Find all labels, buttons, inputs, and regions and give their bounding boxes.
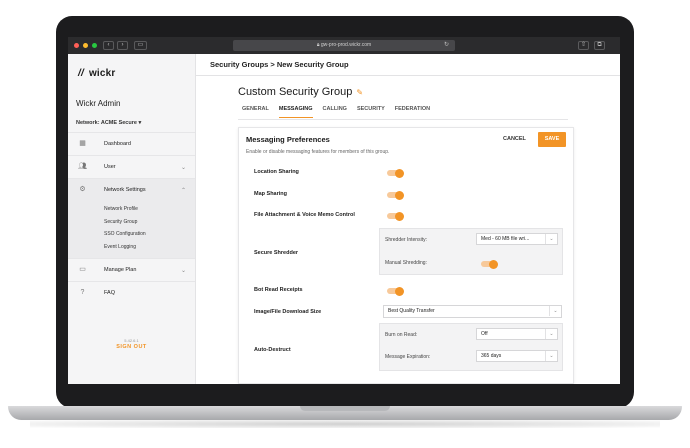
help-icon: ? [80,289,85,296]
file-attachment-toggle[interactable] [387,211,404,221]
shredder-intensity-label: Shredder Intensity: [385,237,427,243]
download-size-select[interactable]: Best Quality Transfer ⌄ [383,305,562,318]
top-bar: Security Groups > New Security Group [196,54,620,76]
sidebar-item-label: Manage Plan [104,267,137,273]
tab-calling[interactable]: CALLING [323,106,347,118]
back-button[interactable]: ‹ [103,41,114,50]
main-content: Custom Security Group ✎ GENERAL MESSAGING… [196,76,620,384]
burn-on-read-value: Off [481,331,488,337]
bot-read-receipts-label: Bot Read Receipts [254,287,303,293]
page-title: Custom Security Group ✎ [238,86,363,98]
sidebar-item-label: FAQ [104,290,116,296]
manual-shredding-label: Manual Shredding: [385,260,427,266]
secure-shredder-box: Shredder Intensity: Med - 60 MB file wri… [379,228,563,275]
location-sharing-toggle[interactable] [387,168,404,178]
page-title-text: Custom Security Group [238,86,353,98]
panel-title: Messaging Preferences [246,135,330,144]
forward-button[interactable]: › [117,41,128,50]
chevron-down-icon: ⌄ [549,306,561,316]
map-sharing-toggle[interactable] [387,190,404,200]
laptop-notch [300,406,390,411]
message-expiration-select[interactable]: 365 days ⌄ [476,350,558,362]
shredder-intensity-value: Med - 60 MB file wri... [481,236,530,242]
version-text: 5.42.6.1 [124,338,139,343]
lock-icon: 🔒︎ [316,42,320,48]
subnav-item-event-logging[interactable]: Event Logging [68,241,195,254]
shredder-intensity-select[interactable]: Med - 60 MB file wri... ⌄ [476,233,558,245]
cancel-button[interactable]: CANCEL [503,136,526,142]
message-expiration-label: Message Expiration: [385,354,431,360]
tab-messaging[interactable]: MESSAGING [278,106,313,118]
wickr-logo[interactable]: // wickr [78,68,116,79]
dashboard-icon: ▦ [79,140,86,147]
sidebar-item-dashboard[interactable]: ▦ Dashboard [68,132,195,155]
auto-destruct-label: Auto-Destruct [254,347,291,353]
download-size-value: Best Quality Transfer [388,308,435,314]
sign-out-button[interactable]: SIGN OUT [68,344,195,350]
url-text: gw-pro-prod.wickr.com [320,42,372,48]
secure-shredder-label: Secure Shredder [254,250,299,256]
messaging-preferences-panel: Messaging Preferences Enable or disable … [238,127,574,384]
tab-bar: GENERAL MESSAGING CALLING SECURITY FEDER… [242,106,440,118]
url-bar[interactable]: 🔒︎ gw-pro-prod.wickr.com ↻ [233,40,455,51]
close-window-icon[interactable] [74,43,79,48]
breadcrumb: Security Groups > New Security Group [210,60,349,69]
sidebar-item-faq[interactable]: ? FAQ [68,281,195,304]
maximize-window-icon[interactable] [92,43,97,48]
reload-icon[interactable]: ↻ [444,40,449,51]
tabs-icon[interactable]: ⧉ [594,41,605,50]
burn-on-read-select[interactable]: Off ⌄ [476,328,558,340]
network-settings-subnav: Network Profile Security Group SSO Confi… [68,201,195,258]
chevron-up-icon: ⌃ [180,187,186,194]
message-expiration-value: 365 days [481,353,502,359]
manual-shredding-toggle[interactable] [481,259,498,269]
card-icon: ▭ [79,266,86,273]
logo-text: wickr [88,68,116,79]
tabs-divider [238,119,568,120]
logo-mark: // [78,68,84,79]
gear-icon: ⚙ [79,186,86,193]
sidebar-nav: ▦ Dashboard 👥︎ User ⌄ ⚙ Network Settings… [68,132,195,304]
chevron-down-icon: ⌄ [545,351,557,361]
tab-federation[interactable]: FEDERATION [395,106,430,118]
download-size-label: Image/File Download Size [254,309,322,315]
bot-read-receipts-toggle[interactable] [387,286,404,296]
sidebar-item-label: Dashboard [104,141,131,147]
chevron-down-icon: ⌄ [180,164,186,171]
chevron-down-icon: ⌄ [545,329,557,339]
browser-chrome: ‹ › ▭ 🔒︎ gw-pro-prod.wickr.com ↻ ⇧ ⧉ [68,37,620,54]
admin-title: Wickr Admin [76,99,121,108]
panel-subtitle: Enable or disable messaging features for… [246,149,390,155]
network-selector[interactable]: Network: ACME Secure ▾ [76,120,141,126]
burn-on-read-label: Burn on Read: [385,332,418,338]
chevron-down-icon: ⌄ [545,234,557,244]
users-icon: 👥︎ [78,163,87,170]
sidebar-item-network-settings[interactable]: ⚙ Network Settings ⌃ [68,178,195,201]
map-sharing-label: Map Sharing [254,191,288,197]
tab-security[interactable]: SECURITY [357,106,385,118]
sidebar-item-manage-plan[interactable]: ▭ Manage Plan ⌄ [68,258,195,281]
sidebar: // wickr Wickr Admin Network: ACME Secur… [68,54,196,384]
screen: ‹ › ▭ 🔒︎ gw-pro-prod.wickr.com ↻ ⇧ ⧉ // … [68,37,620,384]
subnav-item-network-profile[interactable]: Network Profile [68,203,195,216]
auto-destruct-box: Burn on Read: Off ⌄ Message Expiration: … [379,323,563,371]
sidebar-item-label: Network Settings [104,187,146,193]
laptop-shadow [30,420,660,428]
location-sharing-label: Location Sharing [254,169,299,175]
subnav-item-security-group[interactable]: Security Group [68,216,195,229]
edit-pencil-icon[interactable]: ✎ [356,88,363,97]
subnav-item-sso-configuration[interactable]: SSO Configuration [68,228,195,241]
sidebar-toggle-icon[interactable]: ▭ [134,41,147,50]
share-icon[interactable]: ⇧ [578,41,589,50]
save-button[interactable]: SAVE [538,132,566,147]
file-attachment-label: File Attachment & Voice Memo Control [254,212,355,218]
sidebar-item-user[interactable]: 👥︎ User ⌄ [68,155,195,178]
tab-general[interactable]: GENERAL [242,106,269,118]
sidebar-item-label: User [104,164,116,170]
chevron-down-icon: ⌄ [180,267,186,274]
minimize-window-icon[interactable] [83,43,88,48]
